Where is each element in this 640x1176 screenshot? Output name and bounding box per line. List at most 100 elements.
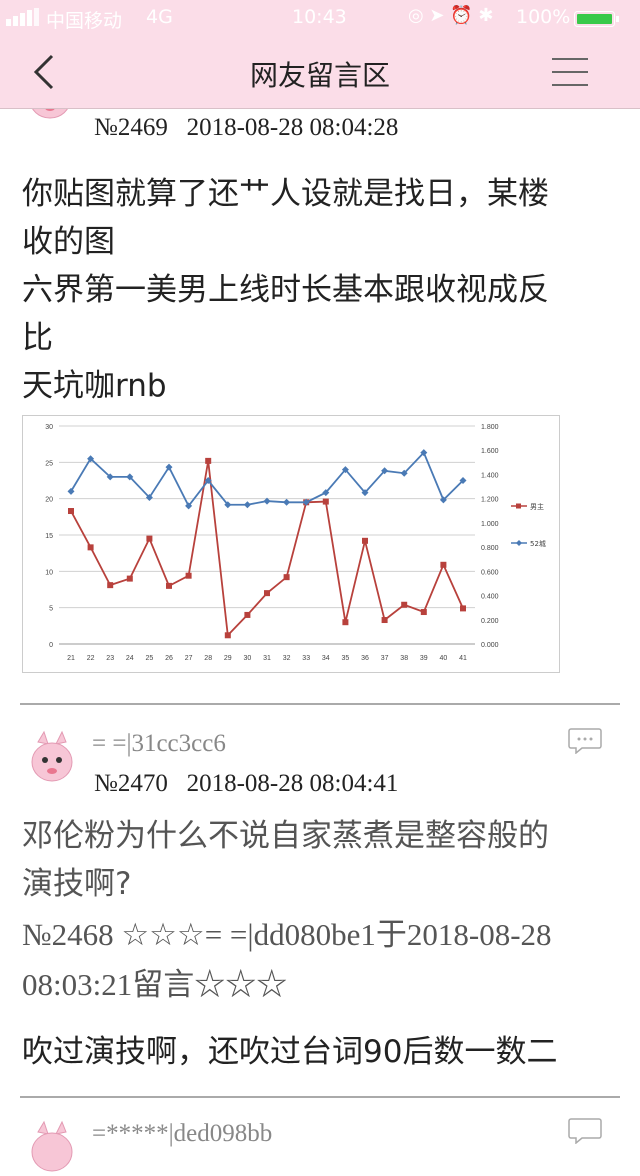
post-body: 你贴图就算了还艹人设就是找日，某楼 收的图 六界第一美男上线时长基本跟收视成反 … xyxy=(22,170,618,410)
x-tick-label: 38 xyxy=(400,655,408,662)
x-tick-label: 32 xyxy=(283,655,291,662)
comment-icon[interactable] xyxy=(568,1118,602,1144)
x-tick-label: 26 xyxy=(165,655,173,662)
y-right-tick-label: 0.000 xyxy=(481,642,499,649)
battery-icon xyxy=(574,10,622,32)
x-tick-label: 27 xyxy=(185,655,193,662)
data-point xyxy=(322,498,329,505)
x-tick-label: 39 xyxy=(420,655,428,662)
hamburger-menu-icon xyxy=(552,58,588,60)
battery-percent: 100% xyxy=(516,6,571,28)
y-left-tick-label: 25 xyxy=(45,460,53,467)
data-point xyxy=(87,544,94,551)
y-right-tick-label: 1.400 xyxy=(481,472,499,479)
post-line: 比 xyxy=(22,320,53,356)
x-tick-label: 28 xyxy=(204,655,212,662)
x-tick-label: 29 xyxy=(224,655,232,662)
x-tick-label: 33 xyxy=(302,655,310,662)
data-point xyxy=(146,535,153,542)
y-left-tick-label: 0 xyxy=(49,642,53,649)
post-line: 你贴图就算了还艹人设就是找日，某楼 xyxy=(22,176,549,212)
network-label: 4G xyxy=(146,6,173,28)
post-line: 天坑咖rnb xyxy=(22,368,167,404)
legend-marker xyxy=(516,540,522,546)
y-left-tick-label: 5 xyxy=(49,606,53,613)
avatar xyxy=(31,1120,73,1172)
y-right-tick-label: 0.200 xyxy=(481,618,499,625)
x-tick-label: 35 xyxy=(342,655,350,662)
y-left-tick-label: 10 xyxy=(45,569,53,576)
post-number: №2470 xyxy=(94,770,168,797)
data-point xyxy=(283,498,291,506)
y-right-tick-label: 0.800 xyxy=(481,545,499,552)
legend-marker xyxy=(516,503,521,509)
page-title: 网友留言区 xyxy=(249,59,390,92)
data-point xyxy=(362,537,368,544)
x-tick-label: 21 xyxy=(67,655,75,662)
divider xyxy=(20,703,620,705)
nav-bar: 网友留言区 xyxy=(0,36,640,109)
x-tick-label: 30 xyxy=(244,655,252,662)
post-line: 邓伦粉为什么不说自家蒸煮是整容般的 xyxy=(22,818,549,854)
data-point xyxy=(342,619,349,626)
menu-button[interactable] xyxy=(552,58,588,86)
x-tick-label: 31 xyxy=(263,655,271,662)
data-point xyxy=(264,590,270,597)
signal-icon xyxy=(6,8,40,31)
x-tick-label: 41 xyxy=(459,655,467,662)
username[interactable]: =*****|ded098bb xyxy=(92,1120,272,1148)
line-chart: 30 25 20 15 10 5 0 1.800 1.600 1.400 1.200 1.000 0.8… xyxy=(45,424,546,662)
carrier-label: 中国移动 xyxy=(46,10,123,32)
x-tick-label: 23 xyxy=(106,655,114,662)
data-point xyxy=(107,582,114,589)
post-line: 演技啊? xyxy=(22,866,132,902)
legend-label: 男主 xyxy=(530,502,544,511)
chart-image[interactable]: 30 25 20 15 10 5 0 1.800 1.600 1.400 1.200 1.000 0.8… xyxy=(22,415,560,673)
x-tick-label: 22 xyxy=(87,655,95,662)
y-left-tick-label: 20 xyxy=(45,497,53,504)
data-point xyxy=(205,457,212,464)
y-right-tick-label: 1.600 xyxy=(481,448,499,455)
post-line: 六界第一美男上线时长基本跟收视成反 xyxy=(22,272,549,308)
avatar xyxy=(31,730,73,782)
y-right-tick-label: 0.600 xyxy=(481,569,499,576)
data-point xyxy=(185,572,192,579)
data-point xyxy=(440,561,447,568)
post-body: 邓伦粉为什么不说自家蒸煮是整容般的 演技啊? xyxy=(22,812,618,908)
data-point xyxy=(68,508,74,515)
quoted-reply[interactable]: №2468 ☆☆☆= =|dd080be1于2018-08-28 08:03:2… xyxy=(22,910,622,1010)
quote-line: №2468 ☆☆☆= =|dd080be1于2018-08-28 xyxy=(22,917,552,952)
data-point xyxy=(224,632,231,639)
data-point xyxy=(166,582,172,589)
data-point xyxy=(243,501,251,509)
status-bar: 中国移动 4G 10:43 ◎ ➤ ⏰ ✱ 100% xyxy=(0,0,640,36)
data-point xyxy=(460,605,466,612)
data-point xyxy=(283,574,290,581)
data-point xyxy=(381,617,388,624)
post-number: №2469 xyxy=(94,114,168,141)
username[interactable]: = =|31cc3cc6 xyxy=(92,730,226,758)
x-tick-label: 40 xyxy=(440,655,448,662)
y-right-tick-label: 1.000 xyxy=(481,521,499,528)
clock: 10:43 xyxy=(292,6,347,28)
x-tick-label: 25 xyxy=(146,655,154,662)
x-tick-label: 34 xyxy=(322,655,330,662)
post-timestamp: 2018-08-28 08:04:41 xyxy=(186,770,399,797)
y-left-tick-label: 15 xyxy=(45,533,53,540)
post-timestamp: 2018-08-28 08:04:28 xyxy=(186,114,399,141)
x-tick-label: 36 xyxy=(361,655,369,662)
data-point xyxy=(420,609,427,616)
y-right-tick-label: 1.200 xyxy=(481,497,499,504)
x-tick-label: 37 xyxy=(381,655,389,662)
comment-icon[interactable] xyxy=(568,728,602,754)
y-right-tick-label: 0.400 xyxy=(481,594,499,601)
post-meta: №2470 2018-08-28 08:04:41 xyxy=(94,770,398,798)
x-tick-label: 24 xyxy=(126,655,134,662)
quote-line: 08:03:21留言☆☆☆ xyxy=(22,967,288,1002)
status-icons: ◎ ➤ ⏰ ✱ xyxy=(408,5,494,26)
post-line: 收的图 xyxy=(22,224,115,260)
data-point xyxy=(244,611,251,618)
post-meta: №2469 2018-08-28 08:04:28 xyxy=(94,114,398,142)
series-line xyxy=(70,460,464,638)
y-right-tick-label: 1.800 xyxy=(481,424,499,431)
